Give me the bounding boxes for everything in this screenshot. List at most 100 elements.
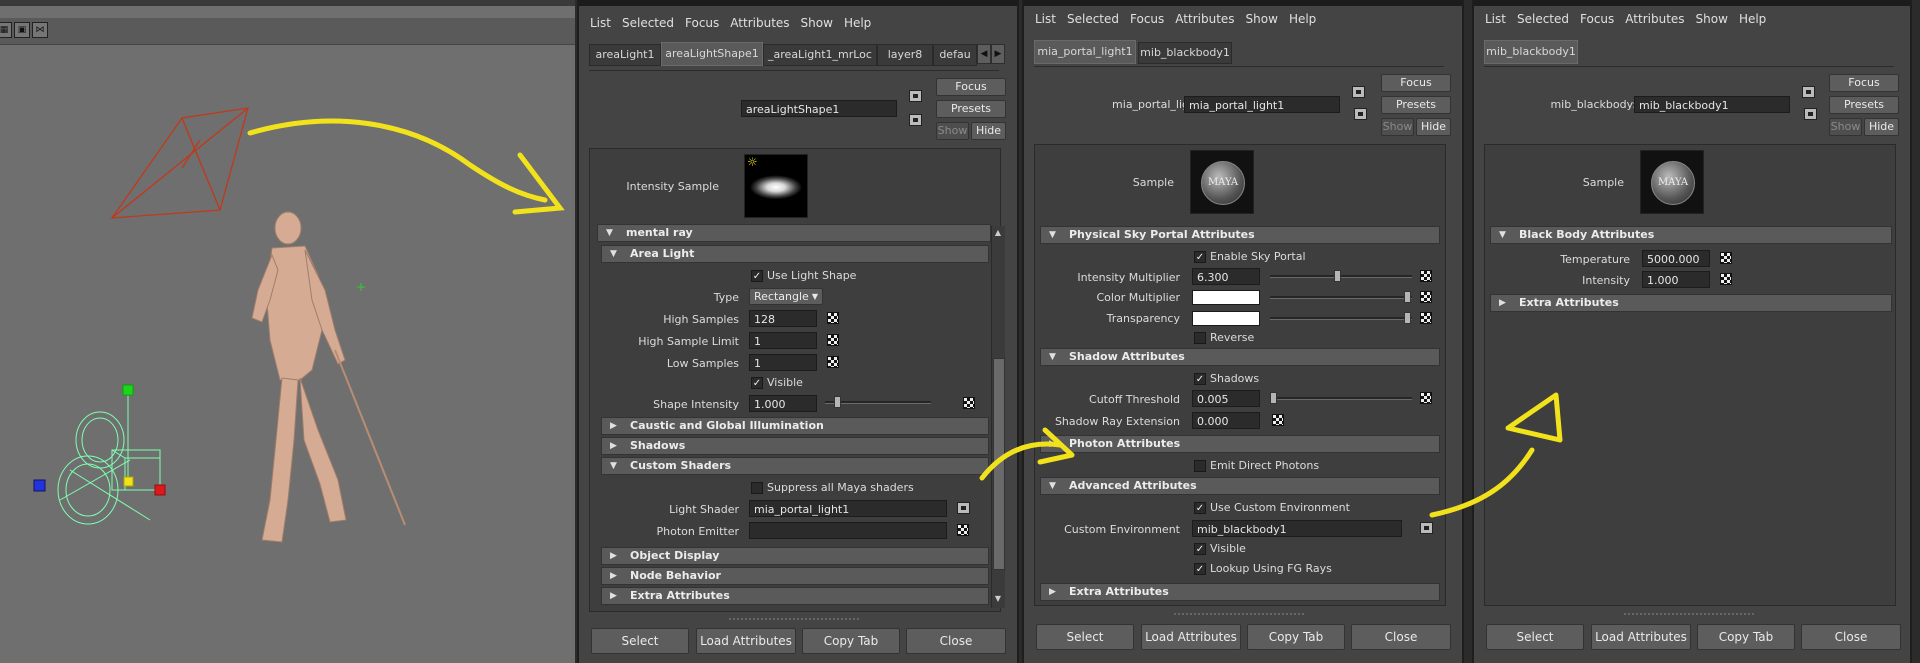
node-output-icon[interactable] xyxy=(909,114,922,126)
cutoff-threshold-slider[interactable] xyxy=(1270,397,1412,400)
panel3-resize-handle[interactable] xyxy=(1624,613,1754,617)
center-handle[interactable] xyxy=(123,476,134,487)
z-axis-handle[interactable] xyxy=(33,479,46,492)
shape-intensity-slider-thumb[interactable] xyxy=(834,396,841,408)
section-photon-attributes[interactable]: ▶ Photon Attributes xyxy=(1040,435,1440,453)
load-attributes-button[interactable]: Load Attributes xyxy=(1141,624,1241,650)
intensity-map-icon[interactable] xyxy=(1720,273,1732,285)
hide-button[interactable]: Hide xyxy=(1864,118,1899,136)
color-multiplier-slider[interactable] xyxy=(1270,296,1412,299)
enable-sky-portal-checkbox[interactable]: ✓ xyxy=(1194,251,1206,263)
close-button[interactable]: Close xyxy=(1351,624,1451,650)
focus-button[interactable]: Focus xyxy=(1381,74,1451,92)
focus-button[interactable]: Focus xyxy=(1829,74,1899,92)
panel2-resize-handle[interactable] xyxy=(1174,613,1304,617)
suppress-maya-shaders-checkbox[interactable] xyxy=(751,482,763,494)
node-output-icon[interactable] xyxy=(1804,108,1817,120)
tab-layer8[interactable]: layer8 xyxy=(877,44,933,66)
show-button[interactable]: Show xyxy=(936,122,969,140)
menu-show[interactable]: Show xyxy=(1696,8,1728,30)
light-shader-field[interactable]: mia_portal_light1 xyxy=(749,500,947,517)
load-attributes-button[interactable]: Load Attributes xyxy=(1591,624,1691,650)
focus-button[interactable]: Focus xyxy=(936,78,1006,96)
photon-emitter-map-icon[interactable] xyxy=(957,524,969,536)
area-light-wireframe[interactable] xyxy=(110,107,249,219)
use-light-shape-checkbox[interactable]: ✓ xyxy=(751,270,763,282)
scene-viewport[interactable]: ▦ ▣ ⋈ xyxy=(0,0,575,663)
node-output-icon[interactable] xyxy=(1354,108,1367,120)
high-sample-limit-field[interactable]: 1 xyxy=(749,332,817,349)
close-button[interactable]: Close xyxy=(1801,624,1901,650)
tab-mib-blackbody1[interactable]: mib_blackbody1 xyxy=(1138,42,1232,64)
menu-attributes[interactable]: Attributes xyxy=(1175,8,1234,30)
menu-focus[interactable]: Focus xyxy=(1580,8,1614,30)
menu-help[interactable]: Help xyxy=(844,12,871,34)
low-samples-map-icon[interactable] xyxy=(827,356,839,368)
intensity-multiplier-map-icon[interactable] xyxy=(1420,270,1432,282)
section-area-light[interactable]: ▼ Area Light xyxy=(601,245,989,263)
presets-button[interactable]: Presets xyxy=(936,100,1006,118)
menu-focus[interactable]: Focus xyxy=(1130,8,1164,30)
close-button[interactable]: Close xyxy=(906,628,1006,654)
shape-intensity-map-icon[interactable] xyxy=(963,397,975,409)
menu-show[interactable]: Show xyxy=(1246,8,1278,30)
load-attributes-button[interactable]: Load Attributes xyxy=(696,628,796,654)
section-extra-attributes[interactable]: ▶ Extra Attributes xyxy=(1040,583,1440,601)
shape-intensity-field[interactable]: 1.000 xyxy=(749,395,817,412)
menu-show[interactable]: Show xyxy=(801,12,833,34)
show-button[interactable]: Show xyxy=(1381,118,1414,136)
section-advanced-attributes[interactable]: ▼ Advanced Attributes xyxy=(1040,477,1440,495)
shadows-checkbox[interactable]: ✓ xyxy=(1194,373,1206,385)
menu-attributes[interactable]: Attributes xyxy=(1625,8,1684,30)
menu-list[interactable]: List xyxy=(1035,8,1056,30)
hide-button[interactable]: Hide xyxy=(1416,118,1451,136)
menu-focus[interactable]: Focus xyxy=(685,12,719,34)
section-shadow-attributes[interactable]: ▼ Shadow Attributes xyxy=(1040,348,1440,366)
visible-checkbox[interactable]: ✓ xyxy=(751,377,763,389)
section-object-display[interactable]: ▶ Object Display xyxy=(601,547,989,565)
menu-help[interactable]: Help xyxy=(1739,8,1766,30)
section-shadows[interactable]: ▶ Shadows xyxy=(601,437,989,455)
lookup-fg-rays-checkbox[interactable]: ✓ xyxy=(1194,563,1206,575)
tab-default[interactable]: defau xyxy=(933,44,977,66)
menu-selected[interactable]: Selected xyxy=(1067,8,1119,30)
tab-mib-blackbody1[interactable]: mib_blackbody1 xyxy=(1484,40,1578,64)
character-model[interactable] xyxy=(251,211,347,543)
high-samples-field[interactable]: 128 xyxy=(749,310,817,327)
transparency-slider[interactable] xyxy=(1270,317,1412,320)
menu-list[interactable]: List xyxy=(590,12,611,34)
color-multiplier-slider-thumb[interactable] xyxy=(1404,291,1411,303)
copy-tab-button[interactable]: Copy Tab xyxy=(802,628,900,654)
copy-tab-button[interactable]: Copy Tab xyxy=(1697,624,1795,650)
color-multiplier-map-icon[interactable] xyxy=(1420,291,1432,303)
intensity-field[interactable]: 1.000 xyxy=(1642,271,1710,288)
section-node-behavior[interactable]: ▶ Node Behavior xyxy=(601,567,989,585)
menu-attributes[interactable]: Attributes xyxy=(730,12,789,34)
node-name-field[interactable]: mia_portal_light1 xyxy=(1184,96,1340,113)
menu-selected[interactable]: Selected xyxy=(622,12,674,34)
high-sample-limit-map-icon[interactable] xyxy=(827,334,839,346)
visible-checkbox[interactable]: ✓ xyxy=(1194,543,1206,555)
x-axis-handle[interactable] xyxy=(154,484,166,496)
transparency-map-icon[interactable] xyxy=(1420,312,1432,324)
section-sky-portal[interactable]: ▼ Physical Sky Portal Attributes xyxy=(1040,226,1440,244)
cutoff-threshold-map-icon[interactable] xyxy=(1420,392,1432,404)
node-name-field[interactable]: mib_blackbody1 xyxy=(1634,96,1790,113)
temperature-map-icon[interactable] xyxy=(1720,252,1732,264)
camera-wireframe[interactable] xyxy=(57,389,161,525)
custom-environment-field[interactable]: mib_blackbody1 xyxy=(1192,520,1402,537)
transparency-slider-thumb[interactable] xyxy=(1404,312,1411,324)
scroll-down-icon[interactable]: ▼ xyxy=(993,594,1003,604)
section-extra-attributes[interactable]: ▶ Extra Attributes xyxy=(601,587,989,605)
intensity-multiplier-slider-thumb[interactable] xyxy=(1334,270,1341,282)
select-button[interactable]: Select xyxy=(1036,624,1134,650)
hide-button[interactable]: Hide xyxy=(971,122,1006,140)
high-samples-map-icon[interactable] xyxy=(827,312,839,324)
photon-emitter-field[interactable] xyxy=(749,522,947,539)
tab-arealight1-mrloc[interactable]: _areaLight1_mrLoc xyxy=(763,44,877,66)
reverse-checkbox[interactable] xyxy=(1194,332,1206,344)
intensity-multiplier-slider[interactable] xyxy=(1270,275,1412,278)
menu-list[interactable]: List xyxy=(1485,8,1506,30)
emit-direct-photons-checkbox[interactable] xyxy=(1194,460,1206,472)
cutoff-threshold-slider-thumb[interactable] xyxy=(1270,392,1277,404)
